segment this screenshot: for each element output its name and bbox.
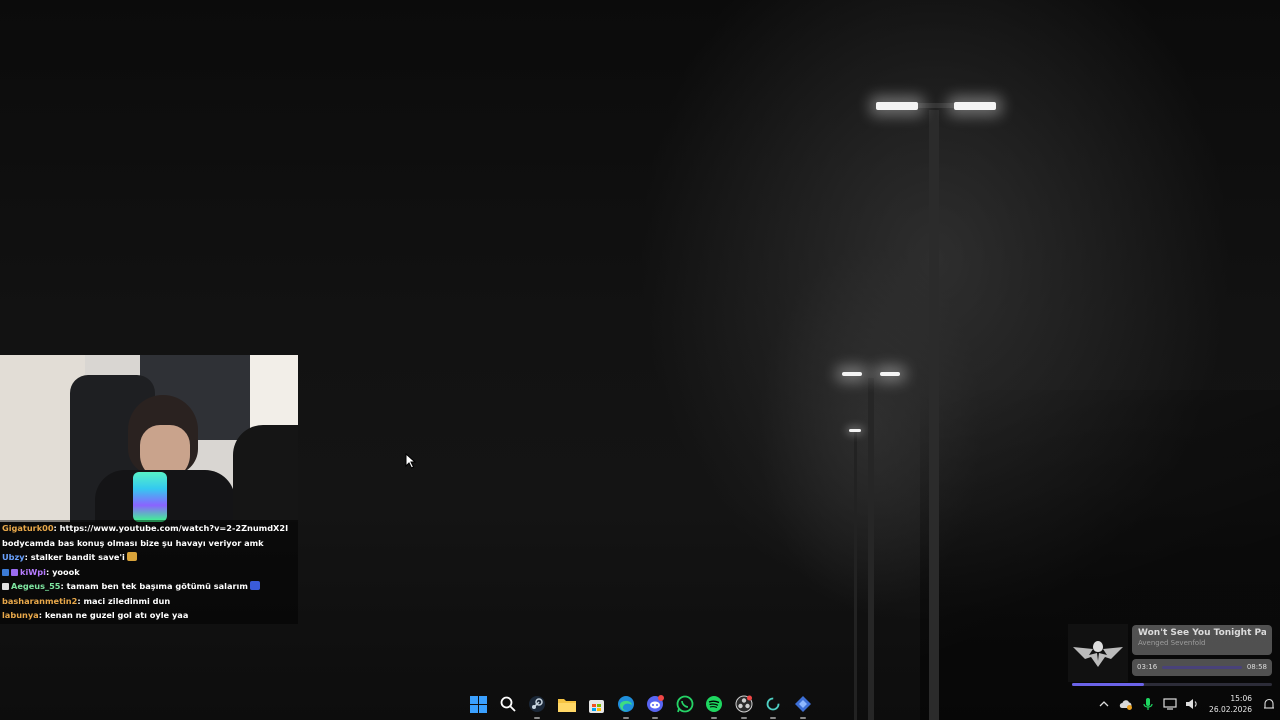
chat-text: : tamam ben tek başıma götümü salarım bbox=[60, 581, 248, 591]
obs-button[interactable] bbox=[732, 692, 756, 719]
running-indicator bbox=[711, 717, 717, 719]
total-time: 08:58 bbox=[1246, 663, 1267, 671]
app-grid-icon bbox=[794, 696, 811, 712]
deathbat-logo-icon bbox=[1073, 641, 1123, 667]
microphone-icon bbox=[1143, 698, 1153, 710]
windows-start-button[interactable] bbox=[466, 692, 490, 716]
spotify-button[interactable] bbox=[702, 692, 726, 719]
discord-button[interactable] bbox=[643, 692, 667, 719]
chat-message: basharanmetin2: maci ziledinmi dun bbox=[2, 594, 296, 609]
time-track bbox=[1162, 666, 1242, 669]
chat-text: : maci ziledinmi dun bbox=[77, 595, 171, 606]
streetlight-lamp bbox=[842, 372, 862, 376]
clock[interactable]: 15:06 26.02.2026 bbox=[1209, 693, 1252, 715]
webcam-shadow bbox=[233, 425, 298, 522]
chat-username: kiWpi bbox=[20, 566, 46, 577]
streetlight-pole bbox=[868, 378, 874, 720]
taskbar: 15:06 26.02.2026 bbox=[0, 688, 1280, 720]
song-progress-fill bbox=[1072, 683, 1144, 686]
volume-button[interactable] bbox=[1183, 695, 1201, 713]
chat-message: Ubzy: stalker bandit save'i bbox=[2, 550, 296, 565]
streetlight-lamp bbox=[880, 372, 900, 376]
discord-icon bbox=[647, 695, 664, 712]
sub-badge-icon bbox=[2, 568, 9, 576]
whatsapp-icon bbox=[676, 695, 693, 713]
chat-message: Gigaturk00: https://www.youtube.com/watc… bbox=[2, 521, 296, 550]
chat-username: Aegeus_55 bbox=[11, 581, 61, 591]
speaker-icon bbox=[1186, 699, 1197, 709]
prime-badge-icon bbox=[11, 568, 18, 576]
app-grid-button[interactable] bbox=[791, 692, 815, 719]
emote-icon bbox=[249, 581, 260, 590]
song-info: Won't See You Tonight Part 1 Avenged Sev… bbox=[1132, 625, 1272, 655]
spotify-icon bbox=[706, 696, 722, 712]
system-tray: 15:06 26.02.2026 bbox=[1093, 688, 1280, 720]
microphone-button[interactable] bbox=[1139, 695, 1157, 713]
edge-icon bbox=[617, 696, 634, 712]
tray-app-button[interactable] bbox=[1117, 695, 1135, 713]
network-button[interactable] bbox=[1161, 695, 1179, 713]
emote-icon bbox=[126, 552, 137, 561]
running-indicator bbox=[770, 717, 776, 719]
streetlight-lamp bbox=[954, 102, 996, 110]
network-icon bbox=[1163, 698, 1177, 710]
edge-button[interactable] bbox=[614, 692, 638, 719]
current-time: 03:16 bbox=[1137, 663, 1158, 671]
refresh-app-button[interactable] bbox=[761, 692, 785, 719]
steam-button[interactable] bbox=[525, 692, 549, 719]
streetlight-pole bbox=[854, 432, 857, 720]
song-title: Won't See You Tonight Part 1 bbox=[1138, 628, 1266, 638]
notification-bell-icon bbox=[1264, 698, 1274, 709]
song-time: 03:16 08:58 bbox=[1132, 659, 1272, 676]
streetlight-lamp bbox=[849, 429, 861, 432]
windows-start-icon bbox=[469, 695, 487, 713]
microsoft-store-icon bbox=[588, 699, 604, 713]
steam-icon bbox=[529, 696, 545, 712]
streetlight-pole bbox=[929, 110, 939, 720]
streetlight-lamp bbox=[876, 102, 918, 110]
obs-icon bbox=[735, 695, 752, 713]
refresh-app-icon bbox=[766, 697, 780, 711]
whatsapp-button[interactable] bbox=[673, 692, 697, 716]
chevron-up-icon bbox=[1099, 701, 1109, 707]
album-art bbox=[1068, 624, 1128, 682]
taskbar-apps bbox=[466, 692, 815, 719]
clock-time: 15:06 bbox=[1230, 694, 1252, 703]
search-button[interactable] bbox=[496, 692, 520, 716]
chat-message: kiWpi: yoook bbox=[2, 565, 296, 580]
file-explorer-button[interactable] bbox=[555, 692, 579, 716]
clock-date: 26.02.2026 bbox=[1209, 705, 1252, 714]
verified-badge-icon bbox=[2, 583, 9, 590]
song-artist: Avenged Sevenfold bbox=[1138, 639, 1206, 647]
media-player-widget[interactable]: Won't See You Tonight Part 1 Avenged Sev… bbox=[1068, 622, 1274, 688]
running-indicator bbox=[652, 717, 658, 719]
chat-username: labunya bbox=[2, 610, 39, 620]
running-indicator bbox=[534, 717, 540, 719]
tray-overflow-button[interactable] bbox=[1095, 695, 1113, 713]
chat-message: labunya: kenan ne guzel gol atı oyle yaa bbox=[2, 608, 296, 623]
chat-message: Aegeus_55: tamam ben tek başıma götümü s… bbox=[2, 579, 296, 594]
mouse-cursor-icon bbox=[405, 453, 417, 469]
chat-username: Ubzy bbox=[2, 552, 25, 562]
webcam-microphone bbox=[133, 472, 167, 522]
search-icon bbox=[500, 696, 516, 712]
notifications-button[interactable] bbox=[1260, 695, 1278, 713]
file-explorer-icon bbox=[557, 698, 576, 712]
cloud-warning-icon bbox=[1119, 700, 1133, 710]
running-indicator bbox=[799, 717, 806, 719]
chat-text: : kenan ne guzel gol atı oyle yaa bbox=[38, 610, 189, 620]
webcam-overlay bbox=[0, 355, 298, 522]
chat-username: Gigaturk00 bbox=[2, 523, 54, 533]
chat-text: : yoook bbox=[45, 566, 80, 577]
running-indicator bbox=[740, 717, 747, 719]
stream-chat: Gigaturk00: https://www.youtube.com/watc… bbox=[0, 520, 298, 624]
chat-text: : stalker bandit save'i bbox=[24, 552, 125, 562]
microsoft-store-button[interactable] bbox=[584, 692, 608, 716]
song-progress-bar[interactable] bbox=[1072, 683, 1272, 686]
chat-username: basharanmetin2 bbox=[2, 595, 78, 606]
running-indicator bbox=[622, 717, 629, 719]
